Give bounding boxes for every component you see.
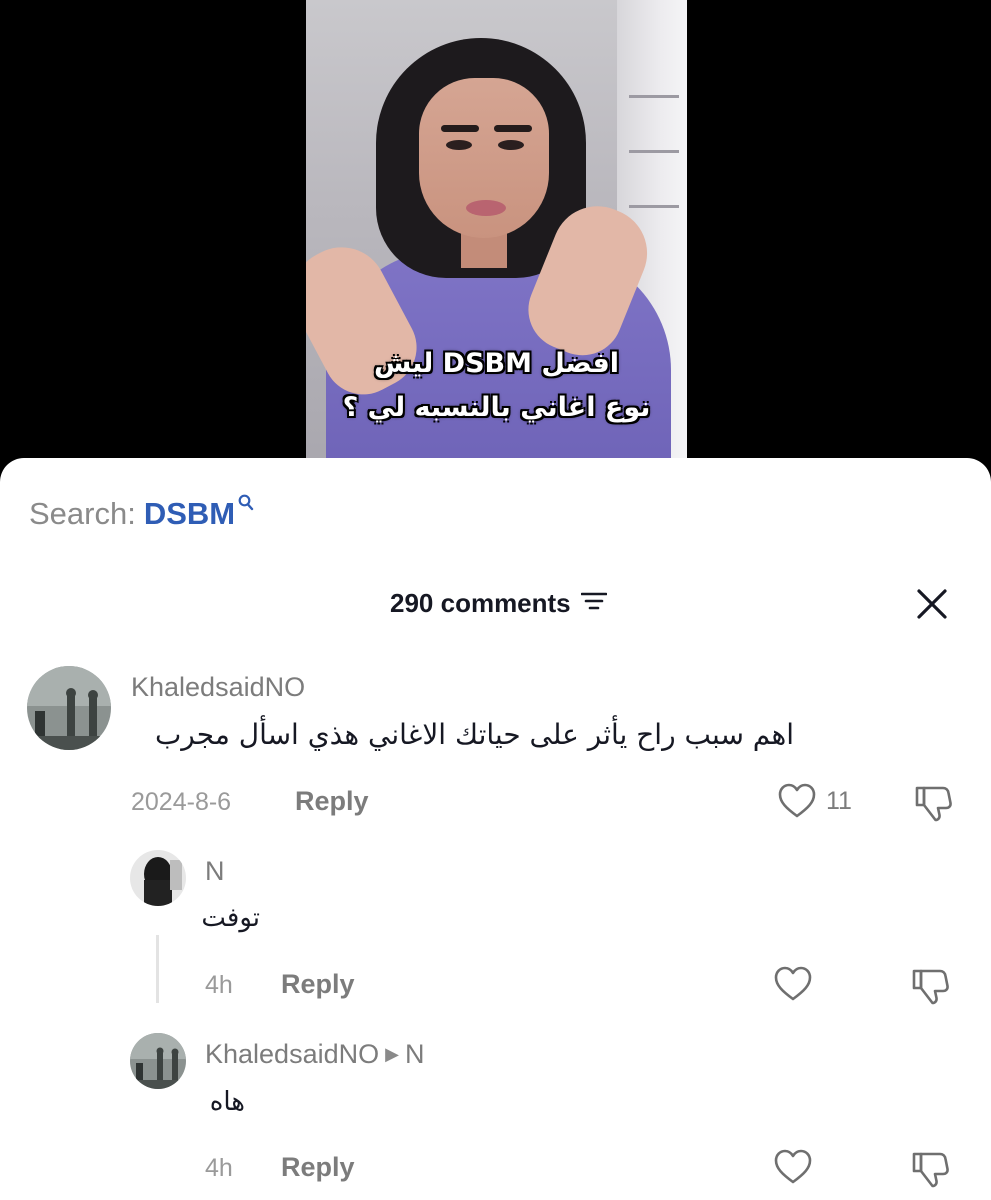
person-brow xyxy=(494,125,532,132)
close-button[interactable] xyxy=(914,586,950,622)
comment-date: 2024-8-6 xyxy=(131,788,232,816)
like-button[interactable] xyxy=(774,1149,812,1185)
comment-text: اهم سبب راح يأثر على حياتك الاغاني هذي ا… xyxy=(154,718,794,751)
shelf xyxy=(629,95,679,98)
reply-arrow-icon: ▶ xyxy=(385,1044,399,1064)
video-player[interactable]: ليش DSBM افضل نوع اغاني بالنسبه لي ؟ xyxy=(0,0,991,470)
reply-text: توفت xyxy=(201,903,260,933)
heart-icon xyxy=(774,1149,812,1184)
person-eye xyxy=(446,140,472,150)
reply-date: 4h xyxy=(205,971,233,999)
search-icon xyxy=(238,494,254,517)
comments-count: 290 comments xyxy=(390,588,607,619)
reply-button[interactable]: Reply xyxy=(295,786,369,817)
thumbs-down-icon xyxy=(912,969,949,1005)
thumbs-down-icon xyxy=(912,1152,949,1188)
filter-icon[interactable] xyxy=(580,588,607,619)
heart-icon xyxy=(774,966,812,1001)
video-caption-line1: ليش DSBM افضل xyxy=(373,348,620,379)
close-icon xyxy=(917,589,947,619)
reply-username-row: KhaledsaidNO ▶ N xyxy=(205,1039,424,1070)
comments-count-label: 290 comments xyxy=(390,588,571,618)
like-count: 11 xyxy=(826,786,852,815)
reply-text: هاه xyxy=(209,1087,245,1117)
like-button[interactable]: 11 xyxy=(778,783,852,819)
avatar[interactable] xyxy=(130,1033,186,1089)
reply-date: 4h xyxy=(205,1154,233,1182)
dislike-button[interactable] xyxy=(911,966,951,1011)
thumbs-down-icon xyxy=(915,786,952,822)
avatar[interactable] xyxy=(130,850,186,906)
video-caption-line2: نوع اغاني بالنسبه لي ؟ xyxy=(342,392,651,423)
dislike-button[interactable] xyxy=(911,1149,951,1194)
reply-button[interactable]: Reply xyxy=(281,969,355,1000)
shelf xyxy=(629,205,679,208)
reply-to-username[interactable]: N xyxy=(405,1039,425,1070)
thread-line xyxy=(156,935,159,1003)
avatar[interactable] xyxy=(27,666,111,750)
comment-username[interactable]: KhaledsaidNO xyxy=(131,672,305,703)
comments-sheet: Search: DSBM 290 comments xyxy=(0,458,991,1200)
reply-username[interactable]: N xyxy=(205,856,225,887)
video-frame[interactable]: ليش DSBM افضل نوع اغاني بالنسبه لي ؟ xyxy=(306,0,687,470)
shelf xyxy=(629,150,679,153)
person-brow xyxy=(441,125,479,132)
comments-header: 290 comments xyxy=(0,586,991,626)
heart-icon xyxy=(778,783,816,818)
person-eye xyxy=(498,140,524,150)
search-label: Search: xyxy=(29,496,136,531)
reply-username[interactable]: KhaledsaidNO xyxy=(205,1039,379,1070)
reply-button[interactable]: Reply xyxy=(281,1152,355,1183)
search-suggestion[interactable]: Search: DSBM xyxy=(29,494,254,532)
search-term-link[interactable]: DSBM xyxy=(144,496,235,532)
person-lips xyxy=(466,200,506,216)
dislike-button[interactable] xyxy=(914,783,954,828)
like-button[interactable] xyxy=(774,966,812,1002)
